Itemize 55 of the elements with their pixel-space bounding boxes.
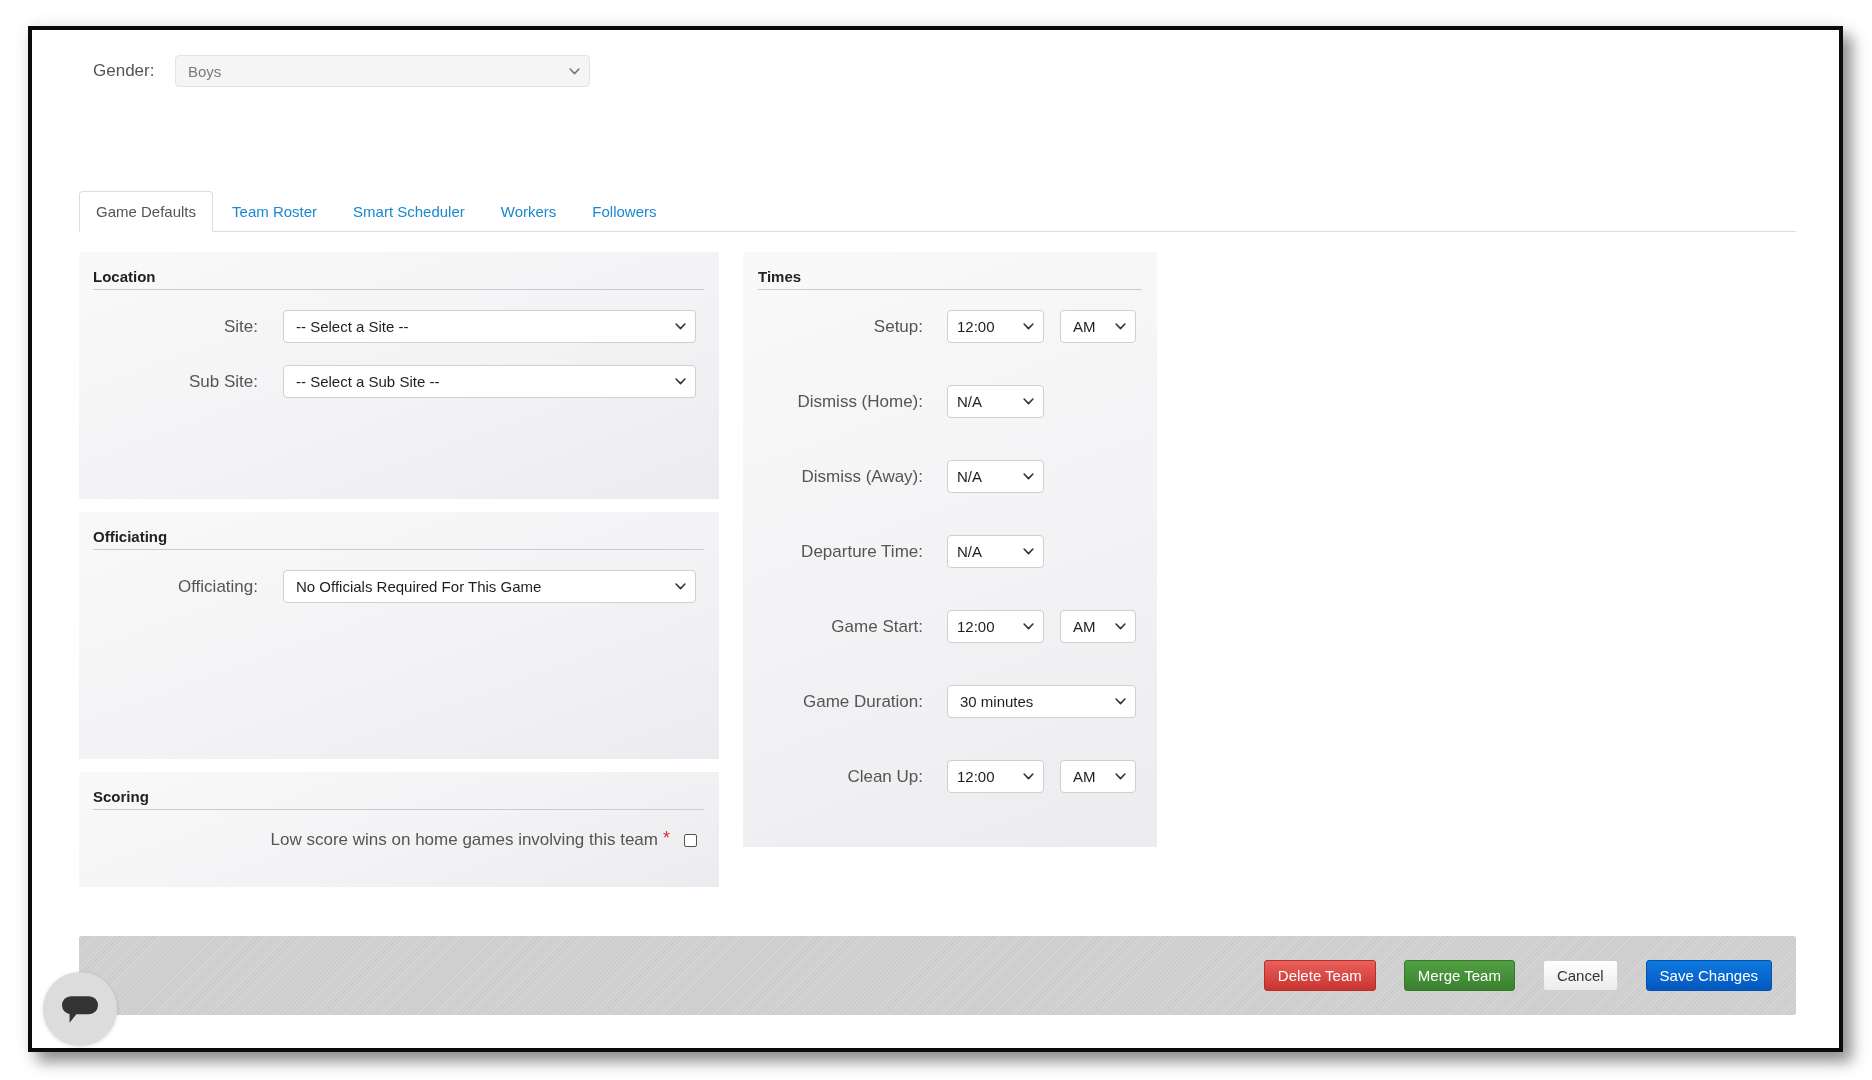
chevron-icon xyxy=(1115,773,1126,780)
field-label: Gender: xyxy=(93,61,156,81)
dropdown[interactable]: AM xyxy=(1060,310,1136,343)
tab[interactable]: Workers xyxy=(483,191,574,232)
field-label: Setup: xyxy=(872,316,923,337)
section-heading: Times xyxy=(758,268,1142,290)
dropdown[interactable]: -- Select a Site -- xyxy=(283,310,696,343)
speech-bubble-icon xyxy=(62,995,98,1023)
dropdown[interactable]: 12:00 xyxy=(947,310,1044,343)
chevron-icon xyxy=(1023,773,1034,780)
delete-button[interactable]: Delete Team xyxy=(1263,960,1376,991)
tab[interactable]: Team Roster xyxy=(215,191,335,232)
field-label: Clean Up: xyxy=(846,766,923,787)
chevron-icon xyxy=(1023,473,1034,480)
dropdown[interactable]: 30 minutes xyxy=(947,685,1136,718)
field-label: Departure Time: xyxy=(800,541,923,562)
chevron-icon xyxy=(1023,548,1034,555)
checkbox[interactable] xyxy=(684,833,697,847)
dropdown[interactable]: AM xyxy=(1060,610,1136,643)
field-label: Site: xyxy=(222,316,258,337)
dropdown[interactable]: N/A xyxy=(947,460,1044,493)
field-label: Officiating: xyxy=(177,576,258,597)
chevron-icon xyxy=(1115,623,1126,630)
chevron-icon xyxy=(675,378,686,385)
dropdown[interactable]: No Officials Required For This Game xyxy=(283,570,696,603)
chevron-icon xyxy=(1115,323,1126,330)
dropdown[interactable]: N/A xyxy=(947,535,1044,568)
save-button[interactable]: Save Changes xyxy=(1645,960,1772,991)
field-label: Sub Site: xyxy=(188,371,258,392)
merge-button[interactable]: Merge Team xyxy=(1403,960,1515,991)
field-label: Dismiss (Away): xyxy=(800,466,923,487)
field-label: Game Start: xyxy=(830,616,923,637)
tab[interactable]: Followers xyxy=(575,191,674,232)
tab[interactable]: Smart Scheduler xyxy=(336,191,482,232)
required-mark: * xyxy=(663,829,670,847)
chevron-icon xyxy=(1023,398,1034,405)
dropdown[interactable]: AM xyxy=(1060,760,1136,793)
tab[interactable]: Game Defaults xyxy=(79,191,214,232)
chevron-icon xyxy=(675,583,686,590)
dropdown[interactable]: 12:00 xyxy=(947,760,1044,793)
chevron-icon xyxy=(1115,698,1126,705)
dropdown[interactable]: N/A xyxy=(947,385,1044,418)
section-heading: Location xyxy=(93,268,704,290)
chevron-icon xyxy=(569,67,580,75)
section-heading: Officiating xyxy=(93,528,704,550)
chevron-icon xyxy=(1023,623,1034,630)
cancel-button[interactable]: Cancel xyxy=(1542,960,1618,991)
section-heading: Scoring xyxy=(93,788,704,810)
chevron-icon xyxy=(1023,323,1034,330)
field-label: Low score wins on home games involving this team xyxy=(270,830,658,850)
field-label: Dismiss (Home): xyxy=(796,391,923,412)
chevron-icon xyxy=(675,323,686,330)
dropdown[interactable]: -- Select a Sub Site -- xyxy=(283,365,696,398)
field-label: Game Duration: xyxy=(802,691,923,712)
dropdown[interactable]: 12:00 xyxy=(947,610,1044,643)
